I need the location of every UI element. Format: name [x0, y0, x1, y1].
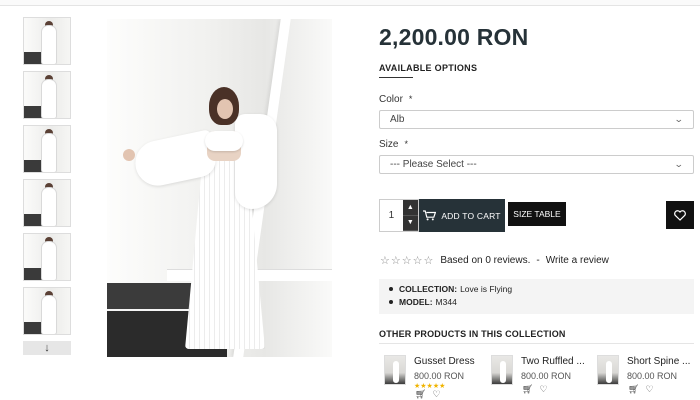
wishlist-button[interactable] — [666, 201, 694, 229]
bullet-icon — [389, 300, 393, 304]
other-products-title: OTHER PRODUCTS IN THIS COLLECTION — [379, 329, 566, 339]
product-thumbnail[interactable] — [491, 355, 513, 385]
product-name[interactable]: Short Spine ... — [627, 356, 690, 367]
cart-icon[interactable]: 🛒︎ — [628, 384, 639, 395]
collection-key: COLLECTION: — [399, 284, 458, 294]
model-key: MODEL: — [399, 297, 433, 307]
thumbnail-2[interactable] — [23, 71, 71, 119]
cart-icon — [423, 210, 437, 221]
thumbnail-1[interactable] — [23, 17, 71, 65]
thumbnail-5[interactable] — [23, 233, 71, 281]
color-select-value: Alb — [390, 114, 405, 125]
chevron-down-icon: ⌄ — [674, 159, 685, 169]
chevron-down-icon: ⌄ — [674, 114, 685, 124]
required-mark: * — [408, 94, 413, 104]
model-row: MODEL: M344 — [389, 297, 684, 307]
rating-stars-icon: ☆☆☆☆☆ — [380, 255, 435, 267]
thumbnail-3[interactable] — [23, 125, 71, 173]
add-to-cart-label: ADD TO CART — [441, 210, 501, 221]
main-product-image[interactable] — [107, 19, 332, 357]
thumbnail-gallery: ↓ — [23, 17, 71, 355]
size-table-button[interactable]: SIZE TABLE — [508, 202, 566, 226]
available-options-title: AVAILABLE OPTIONS — [379, 63, 478, 73]
product-actions: 🛒︎ ♡ — [628, 384, 654, 395]
product-info-box: COLLECTION: Love is Flying MODEL: M344 — [379, 279, 694, 314]
collection-value[interactable]: Love is Flying — [460, 284, 512, 294]
section-underline — [379, 77, 413, 78]
top-border — [0, 0, 700, 6]
size-label: Size * — [379, 139, 408, 150]
add-to-cart-button[interactable]: ADD TO CART — [419, 199, 505, 232]
quantity-decrease-button[interactable]: ▼ — [402, 215, 418, 231]
product-price: 800.00 RON — [414, 371, 465, 381]
reviews-summary: ☆☆☆☆☆ Based on 0 reviews. - Write a revi… — [380, 254, 609, 267]
color-label-text: Color — [379, 94, 403, 105]
cart-icon[interactable]: 🛒︎ — [522, 384, 533, 395]
size-select[interactable]: --- Please Select --- ⌄ — [379, 155, 694, 174]
cart-icon[interactable]: 🛒︎ — [415, 389, 426, 400]
collection-product-card[interactable]: Gusset Dress 800.00 RON ★★★★★ 🛒︎ ♡ — [379, 353, 484, 400]
color-label: Color * — [379, 94, 412, 105]
product-price: 800.00 RON — [521, 371, 572, 381]
collection-product-card[interactable]: Short Spine ... 800.00 RON 🛒︎ ♡ — [592, 353, 697, 400]
quantity-input[interactable]: 1 — [380, 200, 403, 231]
heart-icon — [674, 209, 686, 221]
product-thumbnail[interactable] — [597, 355, 619, 385]
product-actions: 🛒︎ ♡ — [522, 384, 548, 395]
quantity-increase-button[interactable]: ▲ — [402, 200, 418, 216]
product-thumbnail[interactable] — [384, 355, 406, 385]
product-name[interactable]: Two Ruffled ... — [521, 356, 585, 367]
size-label-text: Size — [379, 139, 399, 150]
model-value: M344 — [435, 297, 457, 307]
thumbnail-6[interactable] — [23, 287, 71, 335]
product-price: 800.00 RON — [627, 371, 678, 381]
thumbnail-scroll-down-button[interactable]: ↓ — [23, 341, 71, 355]
section-divider — [379, 343, 694, 344]
reviews-count-text[interactable]: Based on 0 reviews. — [440, 255, 530, 266]
reviews-separator: - — [536, 255, 540, 266]
bullet-icon — [389, 287, 393, 291]
collection-row: COLLECTION: Love is Flying — [389, 284, 684, 294]
required-mark: * — [404, 139, 408, 149]
product-price: 2,200.00 RON — [379, 24, 529, 50]
heart-icon[interactable]: ♡ — [432, 389, 440, 400]
heart-icon[interactable]: ♡ — [645, 384, 653, 395]
color-select[interactable]: Alb ⌄ — [379, 110, 694, 129]
quantity-stepper: 1 ▲ ▼ — [379, 199, 419, 232]
arrow-down-icon: ↓ — [44, 342, 50, 354]
product-name[interactable]: Gusset Dress — [414, 356, 475, 367]
heart-icon[interactable]: ♡ — [539, 384, 547, 395]
collection-product-card[interactable]: Two Ruffled ... 800.00 RON 🛒︎ ♡ — [486, 353, 591, 400]
size-select-value: --- Please Select --- — [390, 159, 477, 170]
thumbnail-4[interactable] — [23, 179, 71, 227]
product-actions: 🛒︎ ♡ — [415, 389, 441, 400]
write-review-link[interactable]: Write a review — [546, 255, 609, 266]
